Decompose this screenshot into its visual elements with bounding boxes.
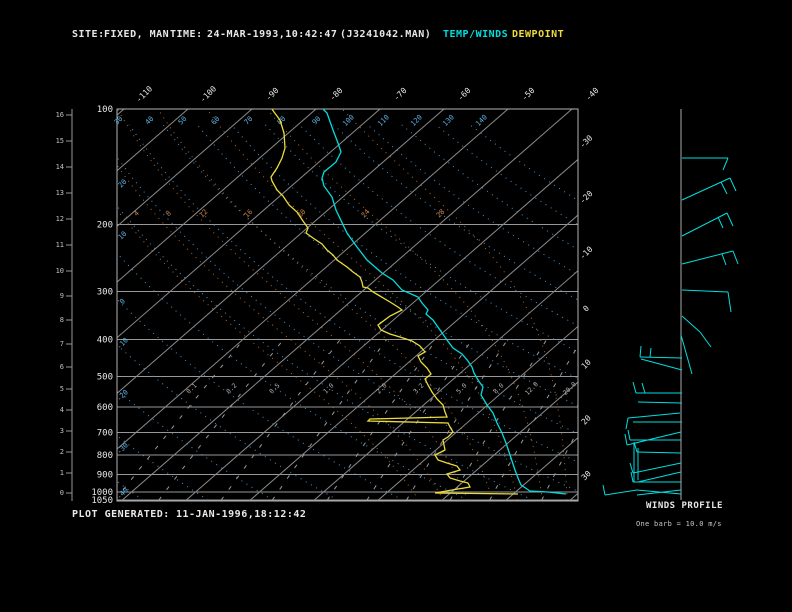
wind-profile-title: WINDS PROFILE — [646, 501, 723, 511]
svg-text:10: 10 — [56, 267, 64, 275]
svg-text:30: 30 — [580, 469, 593, 482]
svg-text:28: 28 — [435, 208, 447, 220]
moist-adiabats — [117, 109, 568, 501]
plot-generated-value: 11-JAN-1996,18:12:42 — [176, 509, 307, 520]
svg-text:9: 9 — [60, 292, 64, 300]
svg-text:100: 100 — [341, 113, 356, 128]
svg-text:700: 700 — [97, 429, 113, 439]
height-axis: 161514131211109876543210 — [56, 109, 73, 501]
dewpoint-trace — [270, 109, 519, 495]
svg-text:-100: -100 — [198, 84, 218, 104]
svg-text:12: 12 — [198, 208, 210, 220]
svg-text:6: 6 — [60, 363, 64, 371]
svg-text:100: 100 — [97, 105, 113, 115]
svg-text:500: 500 — [97, 373, 113, 383]
svg-text:0: 0 — [60, 489, 64, 497]
svg-text:1: 1 — [60, 469, 64, 477]
svg-text:140: 140 — [474, 113, 489, 128]
svg-text:-30: -30 — [578, 133, 595, 150]
svg-text:20: 20 — [580, 413, 593, 426]
svg-text:13: 13 — [56, 189, 64, 197]
wind-profile-caption: One barb = 10.0 m/s — [636, 520, 722, 528]
svg-text:0: 0 — [581, 304, 591, 314]
svg-text:-20: -20 — [578, 189, 595, 206]
isotherm-labels-top: -110 -100 -90 -80 -70 -60 -50 -40 — [134, 84, 600, 104]
svg-text:-60: -60 — [456, 86, 473, 103]
svg-text:4: 4 — [132, 209, 141, 218]
svg-text:5.0: 5.0 — [455, 382, 469, 396]
svg-text:2: 2 — [60, 448, 64, 456]
svg-text:10: 10 — [117, 230, 129, 242]
svg-text:-70: -70 — [392, 86, 409, 103]
moist-adiabat-labels: 4 8 12 16 20 24 28 — [132, 208, 446, 220]
skewt-sounding-app: { "header": { "site_label": "SITE:", "si… — [0, 0, 792, 612]
svg-text:60: 60 — [210, 115, 222, 127]
svg-text:110: 110 — [376, 113, 391, 128]
svg-text:50: 50 — [177, 115, 189, 127]
svg-text:2.0: 2.0 — [375, 382, 389, 396]
svg-text:0.1: 0.1 — [185, 382, 199, 396]
svg-text:0.2: 0.2 — [225, 382, 239, 396]
svg-text:3.2: 3.2 — [412, 382, 426, 396]
svg-text:900: 900 — [97, 470, 113, 480]
svg-text:-110: -110 — [134, 84, 154, 104]
svg-text:14: 14 — [56, 163, 64, 171]
svg-text:15: 15 — [56, 137, 64, 145]
svg-text:1.0: 1.0 — [322, 382, 336, 396]
svg-text:0.5: 0.5 — [268, 382, 282, 396]
svg-text:-90: -90 — [264, 86, 281, 103]
svg-text:30: 30 — [113, 115, 125, 127]
plot-generated-label: PLOT GENERATED: — [72, 509, 170, 520]
svg-text:12: 12 — [56, 215, 64, 223]
temperature-trace — [321, 109, 567, 495]
svg-text:3: 3 — [60, 427, 64, 435]
svg-text:7: 7 — [60, 340, 64, 348]
svg-text:70: 70 — [243, 115, 255, 127]
svg-text:-80: -80 — [328, 86, 345, 103]
svg-text:4: 4 — [60, 406, 64, 414]
dry-adiabat-labels: 30 40 50 60 70 80 90 100 110 120 130 14020100-10-20… — [113, 113, 489, 501]
svg-text:24: 24 — [360, 208, 372, 220]
svg-text:1050: 1050 — [91, 496, 113, 506]
svg-text:40: 40 — [144, 115, 156, 127]
svg-text:5: 5 — [60, 385, 64, 393]
svg-text:12.0: 12.0 — [523, 380, 540, 397]
svg-text:8: 8 — [60, 316, 64, 324]
svg-text:0: 0 — [118, 297, 127, 306]
svg-text:20.0: 20.0 — [561, 380, 578, 397]
svg-text:-40: -40 — [584, 86, 601, 103]
svg-text:90: 90 — [311, 115, 323, 127]
wind-barbs — [602, 157, 739, 496]
svg-text:300: 300 — [97, 288, 113, 298]
svg-text:20: 20 — [117, 178, 129, 190]
svg-text:8: 8 — [164, 209, 173, 218]
svg-text:16: 16 — [243, 208, 255, 220]
svg-text:120: 120 — [409, 113, 424, 128]
svg-text:8.0: 8.0 — [492, 382, 506, 396]
svg-text:600: 600 — [97, 403, 113, 413]
svg-text:200: 200 — [97, 220, 113, 230]
svg-text:130: 130 — [441, 113, 456, 128]
svg-text:10: 10 — [580, 358, 593, 371]
isotherm-labels-right: -30 -20 -10 0 10 20 30 — [578, 133, 595, 482]
svg-text:-10: -10 — [578, 245, 595, 262]
svg-text:11: 11 — [56, 241, 64, 249]
svg-text:800: 800 — [97, 451, 113, 461]
pressure-axis-labels: 10020030040050060070080090010001050 — [91, 105, 113, 506]
svg-text:400: 400 — [97, 336, 113, 346]
svg-text:16: 16 — [56, 111, 64, 119]
mixing-ratio-lines — [117, 339, 578, 501]
svg-text:-50: -50 — [520, 86, 537, 103]
